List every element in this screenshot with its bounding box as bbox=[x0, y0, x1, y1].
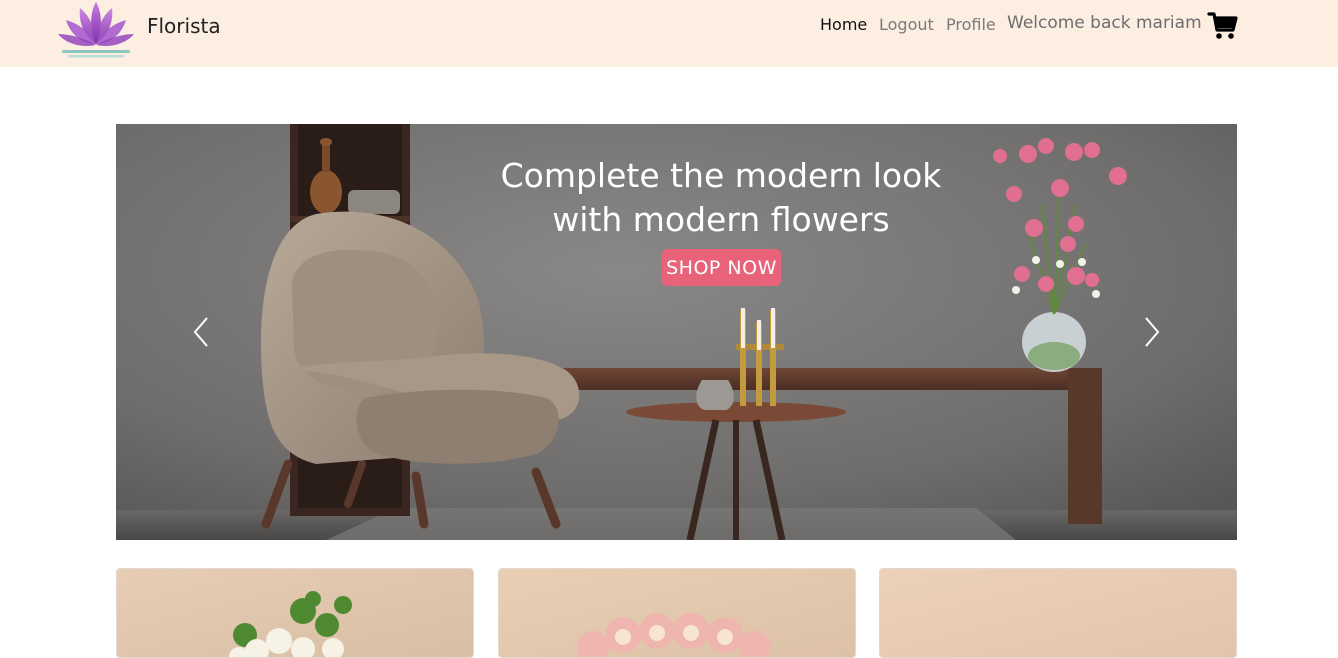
welcome-message: Welcome back mariam bbox=[1007, 13, 1202, 33]
product-card[interactable] bbox=[879, 568, 1237, 658]
navbar: Florista Home Logout Profile Welcome bac… bbox=[0, 0, 1338, 67]
hero-headline-line1: Complete the modern look bbox=[500, 156, 942, 195]
product-card[interactable] bbox=[498, 568, 856, 658]
beige-backdrop-image bbox=[880, 569, 1236, 657]
shop-now-button[interactable]: SHOP NOW bbox=[662, 249, 781, 286]
lotus-logo-icon bbox=[58, 2, 134, 58]
nav-link-profile[interactable]: Profile bbox=[946, 14, 996, 36]
carousel-prev-button[interactable] bbox=[186, 312, 216, 352]
pink-rose-bouquet-image bbox=[499, 569, 855, 657]
nav-link-home[interactable]: Home bbox=[820, 14, 867, 36]
hero-headline: Complete the modern look with modern flo… bbox=[116, 154, 1237, 242]
shopping-cart-icon[interactable] bbox=[1207, 10, 1239, 42]
hero-carousel: Complete the modern look with modern flo… bbox=[116, 124, 1237, 540]
brand-name: Florista bbox=[147, 14, 221, 38]
carousel-next-button[interactable] bbox=[1137, 312, 1167, 352]
nav-link-logout[interactable]: Logout bbox=[879, 14, 934, 36]
chevron-left-icon bbox=[193, 317, 208, 347]
product-card[interactable] bbox=[116, 568, 474, 658]
hero-headline-line2: with modern flowers bbox=[552, 200, 890, 239]
white-flower-bouquet-image bbox=[117, 569, 473, 657]
brand-home-link[interactable]: Florista bbox=[56, 0, 221, 60]
chevron-right-icon bbox=[1145, 317, 1160, 347]
